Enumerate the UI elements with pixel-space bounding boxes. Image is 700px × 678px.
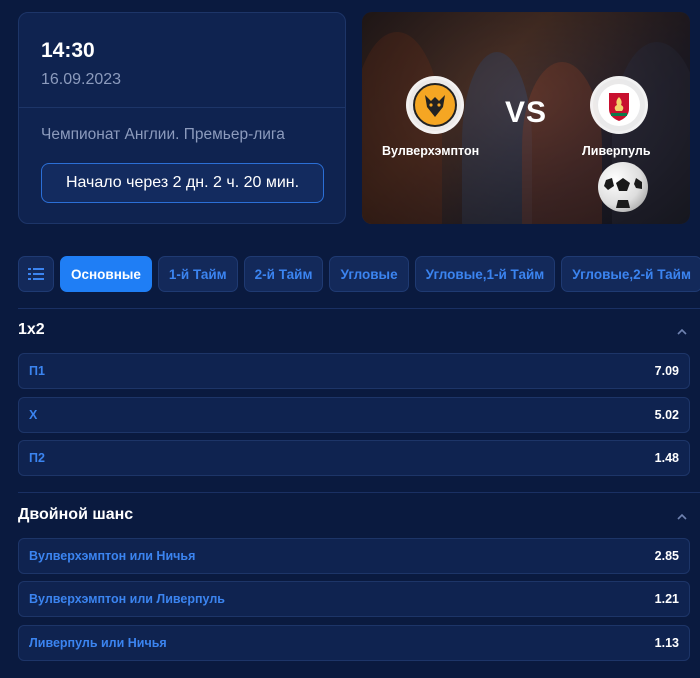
tab-corners-second-half[interactable]: Угловые,2-й Тайм xyxy=(561,256,700,292)
outcome-label: Ливерпуль или Ничья xyxy=(29,636,167,650)
divider xyxy=(18,492,700,493)
match-info-card: 14:30 16.09.2023 Чемпионат Англии. Премь… xyxy=(18,12,346,224)
match-date: 16.09.2023 xyxy=(41,71,122,88)
chevron-up-icon[interactable] xyxy=(676,511,688,523)
chevron-up-icon[interactable] xyxy=(676,326,688,338)
outcome-label: Вулверхэмптон или Ничья xyxy=(29,549,196,563)
odd-value: 5.02 xyxy=(654,408,679,422)
list-view-button[interactable] xyxy=(18,256,54,292)
odd-value: 2.85 xyxy=(654,549,679,563)
outcome-label: Х xyxy=(29,408,38,422)
home-team-name: Вулверхэмптон xyxy=(382,144,480,158)
countdown-button[interactable]: Начало через 2 дн. 2 ч. 20 мин. xyxy=(41,163,324,203)
odd-value: 1.13 xyxy=(654,636,679,650)
market-title-double-chance: Двойной шанс xyxy=(18,506,134,523)
odd-value: 7.09 xyxy=(654,364,679,378)
away-team-name: Ливерпуль xyxy=(582,144,651,158)
tab-second-half[interactable]: 2-й Тайм xyxy=(243,256,324,292)
match-banner: VS Вулверхэмптон Ливерпуль xyxy=(362,12,690,224)
odd-row-p1[interactable]: П1 7.09 xyxy=(18,353,690,389)
odd-row-away-or-draw[interactable]: Ливерпуль или Ничья 1.13 xyxy=(18,625,690,661)
football-image xyxy=(598,162,648,212)
outcome-label: П2 xyxy=(29,451,45,465)
list-icon xyxy=(28,268,44,280)
vs-label: VS xyxy=(505,96,548,129)
odd-value: 1.48 xyxy=(654,451,679,465)
tab-first-half[interactable]: 1-й Тайм xyxy=(157,256,238,292)
odd-row-p2[interactable]: П2 1.48 xyxy=(18,440,690,476)
tab-main[interactable]: Основные xyxy=(60,256,152,292)
liverpool-crest-icon xyxy=(590,76,648,134)
divider xyxy=(19,107,345,108)
tab-corners-first-half[interactable]: Угловые,1-й Тайм xyxy=(414,256,556,292)
tab-corners[interactable]: Угловые xyxy=(329,256,409,292)
market-title-1x2: 1x2 xyxy=(18,321,45,338)
odd-row-home-or-draw[interactable]: Вулверхэмптон или Ничья 2.85 xyxy=(18,538,690,574)
outcome-label: П1 xyxy=(29,364,45,378)
match-time: 14:30 xyxy=(41,39,95,62)
odd-row-x[interactable]: Х 5.02 xyxy=(18,397,690,433)
market-tabs: Основные 1-й Тайм 2-й Тайм Угловые Углов… xyxy=(18,256,700,292)
odd-value: 1.21 xyxy=(654,592,679,606)
wolves-crest-icon xyxy=(406,76,464,134)
odd-row-home-or-away[interactable]: Вулверхэмптон или Ливерпуль 1.21 xyxy=(18,581,690,617)
league-name: Чемпионат Англии. Премьер-лига xyxy=(41,126,285,143)
divider xyxy=(18,308,700,309)
outcome-label: Вулверхэмптон или Ливерпуль xyxy=(29,592,225,606)
